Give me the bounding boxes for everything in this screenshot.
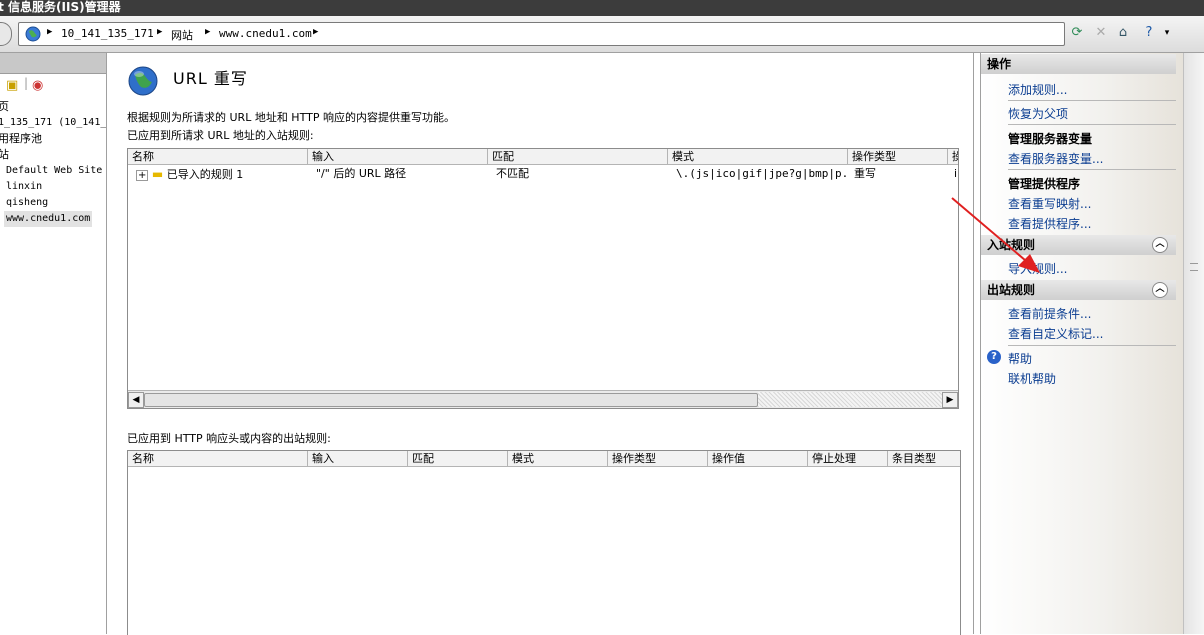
inbound-horizontal-scrollbar[interactable]: ◀ ▶ [128,390,958,408]
inbound-rules-section-title: 入站规则 [987,238,1036,252]
outbound-rules-grid: 名称 输入 匹配 模式 操作类型 操作值 停止处理 条目类型 [127,450,961,635]
column-header-pattern[interactable]: 模式 [668,149,848,164]
connections-header [0,53,106,74]
column-header-input[interactable]: 输入 [308,451,408,466]
breadcrumb-sites[interactable]: 网站 [171,27,193,43]
view-rewrite-maps-link[interactable]: 查看重写映射... [1008,195,1091,212]
tree-item-server[interactable]: 1_135_171 (10_141_ [0,116,106,130]
connections-toolbar: ▣ | ◉ [0,76,106,96]
inbound-rules-section-header[interactable]: 入站规则 ︿ [981,235,1176,255]
vertical-scrollbar[interactable] [1183,53,1204,634]
folder-icon: ▬ [151,167,164,181]
page-title: URL 重写 [173,69,248,88]
outbound-rules-section-title: 出站规则 [987,283,1036,297]
help-icon: ? [987,350,1001,364]
divider [1008,124,1176,125]
url-rewrite-globe-icon [127,65,159,100]
column-header-pattern[interactable]: 模式 [508,451,608,466]
breadcrumb-site[interactable]: www.cnedu1.com [219,27,312,40]
stop-icon[interactable]: ✕ [1092,24,1110,42]
column-header-action-value[interactable]: 操作值 [708,451,808,466]
breadcrumb-separator-icon: ▶ [157,27,163,37]
address-breadcrumb[interactable]: ▶ 10_141_135_171 ▶ 网站 ▶ www.cnedu1.com ▶ [18,22,1065,46]
view-providers-link[interactable]: 查看提供程序... [1008,215,1091,232]
server-variables-title: 管理服务器变量 [1008,132,1093,146]
home-icon[interactable]: ⌂ [1114,24,1132,42]
column-header-stop-processing[interactable]: 停止处理 [808,451,888,466]
scroll-left-icon[interactable]: ◀ [128,392,144,408]
add-rule-link[interactable]: 添加规则... [1008,81,1067,98]
breadcrumb-separator-icon: ▶ [313,27,319,37]
column-header-truncated[interactable]: 操 [948,149,958,164]
scroll-thumb[interactable] [144,393,758,407]
divider [1008,169,1176,170]
breadcrumb-separator-icon: ▶ [47,27,53,37]
import-rules-link[interactable]: 导入规则... [1008,260,1067,277]
actions-header: 操作 [981,54,1176,74]
divider [1008,100,1176,101]
expand-icon[interactable]: + [136,170,149,181]
help-link[interactable]: 帮助 [1008,350,1032,367]
collapse-icon[interactable]: ︿ [1152,237,1168,253]
feature-pane: URL 重写 根据规则为所请求的 URL 地址和 HTTP 响应的内容提供重写功… [107,53,974,635]
revert-to-parent-link[interactable]: 恢复为父项 [1008,105,1068,122]
outbound-rules-section-header[interactable]: 出站规则 ︿ [981,280,1176,300]
breadcrumb-server[interactable]: 10_141_135_171 [61,27,154,40]
back-button[interactable] [0,22,12,46]
column-header-input[interactable]: 输入 [308,149,488,164]
scroll-grip[interactable] [1190,263,1198,271]
column-header-action-type[interactable]: 操作类型 [608,451,708,466]
connections-pane: ▣ | ◉ 页 1_135_171 (10_141_ 用程序池 站 Defaul… [0,53,107,634]
table-row[interactable]: + ▬ 已导入的规则 1 "/" 后的 URL 路径 不匹配 \.(js|ico… [128,166,958,182]
column-header-match[interactable]: 匹配 [488,149,668,164]
column-header-name[interactable]: 名称 [128,149,308,164]
rule-name: 已导入的规则 1 [166,168,244,181]
toolbar-divider: | [24,76,29,90]
divider [1008,345,1176,346]
tree-item-sites[interactable]: 站 [0,148,9,162]
scroll-right-icon[interactable]: ▶ [942,392,958,408]
address-bar: ▶ 10_141_135_171 ▶ 网站 ▶ www.cnedu1.com ▶… [0,16,1204,53]
disconnect-icon[interactable]: ◉ [32,78,43,93]
folder-up-icon[interactable]: ▣ [6,78,18,93]
inbound-rules-grid: 名称 输入 匹配 模式 操作类型 操 + ▬ 已导入的规则 1 "/" 后的 U… [127,148,959,409]
scroll-track [758,392,942,407]
column-header-match[interactable]: 匹配 [408,451,508,466]
column-header-action-type[interactable]: 操作类型 [848,149,948,164]
globe-icon [25,26,41,45]
view-custom-tags-link[interactable]: 查看自定义标记... [1008,325,1103,342]
tree-item-start-page[interactable]: 页 [0,100,9,114]
online-help-link[interactable]: 联机帮助 [1008,370,1056,387]
outbound-grid-header: 名称 输入 匹配 模式 操作类型 操作值 停止处理 条目类型 [128,451,960,467]
column-header-entry-type[interactable]: 条目类型 [888,451,960,466]
rule-action: 重写 [854,167,876,180]
tree-item-selected-site[interactable]: www.cnedu1.com [4,211,93,227]
rule-extra: i [954,167,958,180]
rule-pattern: \.(js|ico|gif|jpe?g|bmp|p... [676,167,848,180]
inbound-rules-label: 已应用到所请求 URL 地址的入站规则: [127,129,314,142]
tree-item-app-pools[interactable]: 用程序池 [0,132,42,146]
inbound-grid-header: 名称 输入 匹配 模式 操作类型 操 [128,149,958,165]
rule-match: 不匹配 [496,167,529,180]
view-preconditions-link[interactable]: 查看前提条件... [1008,305,1091,322]
window-titlebar: et 信息服务(IIS)管理器 [0,0,1204,16]
window-title: et 信息服务(IIS)管理器 [0,0,121,14]
help-icon[interactable]: ? [1140,24,1158,42]
collapse-icon[interactable]: ︿ [1152,282,1168,298]
tree-item-default-web-site[interactable]: Default Web Site [6,164,102,178]
outbound-rules-label: 已应用到 HTTP 响应头或内容的出站规则: [127,432,331,445]
tree-item-linxin[interactable]: linxin [6,180,42,194]
chevron-down-icon[interactable]: ▾ [1158,24,1176,42]
refresh-icon[interactable]: ⟳ [1068,24,1086,42]
view-server-variables-link[interactable]: 查看服务器变量... [1008,150,1103,167]
tree-item-qisheng[interactable]: qisheng [6,196,48,210]
rule-name-cell: + ▬ 已导入的规则 1 [132,166,292,182]
actions-pane: 操作 添加规则... 恢复为父项 管理服务器变量 查看服务器变量... 管理提供… [980,53,1184,634]
providers-title: 管理提供程序 [1008,177,1081,191]
rule-input: "/" 后的 URL 路径 [316,167,407,180]
feature-description: 根据规则为所请求的 URL 地址和 HTTP 响应的内容提供重写功能。 [127,111,455,124]
breadcrumb-separator-icon: ▶ [205,27,211,37]
column-header-name[interactable]: 名称 [128,451,308,466]
